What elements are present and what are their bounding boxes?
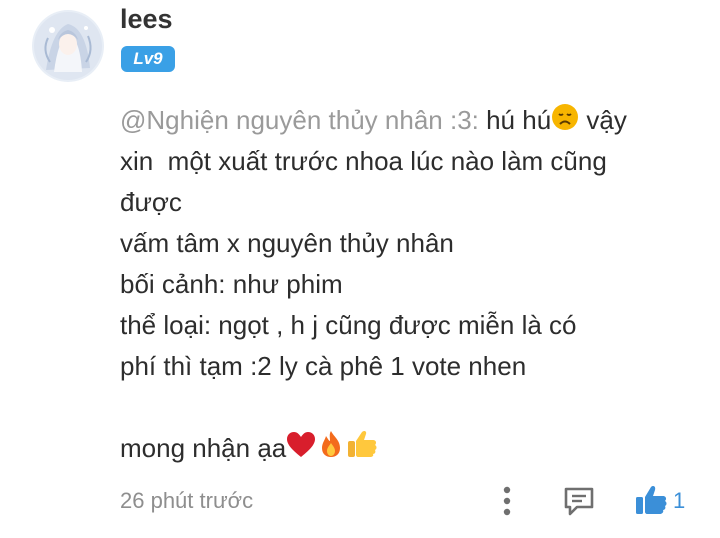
more-vertical-icon	[503, 486, 511, 516]
reply-button[interactable]	[562, 485, 596, 517]
comment-text: vậy	[579, 105, 627, 135]
more-options-button[interactable]	[496, 484, 518, 518]
avatar-image	[32, 10, 104, 82]
thumbs-up-icon	[346, 428, 378, 472]
like-button[interactable]	[634, 483, 668, 517]
level-badge: Lv9	[121, 46, 175, 72]
comment-line-3: được	[120, 187, 182, 217]
comment-line-6: thể loại: ngọt , h j cũng được miễn là c…	[120, 310, 577, 340]
comment-line-2: xin một xuất trước nhoa lúc nào làm cũng	[120, 146, 607, 176]
comment-line-5: bối cảnh: như phim	[120, 269, 343, 299]
avatar[interactable]	[32, 10, 104, 82]
like-count: 1	[673, 488, 686, 513]
comment-line-4: vấm tâm x nguyên thủy nhân	[120, 228, 454, 258]
comment-icon	[564, 487, 594, 516]
comment-line-7: phí thì tạm :2 ly cà phê 1 vote nhen	[120, 351, 527, 381]
mention-link[interactable]: @Nghiện nguyên thủy nhân :3:	[120, 105, 479, 135]
red-heart-icon	[286, 430, 316, 471]
comment-line-blank	[120, 387, 690, 428]
comment-line-9: mong nhận ạa	[120, 428, 690, 469]
disappointed-face-icon	[551, 102, 579, 143]
comment-text: hú hú	[478, 105, 552, 135]
comment-text: mong nhận ạa	[120, 433, 287, 463]
comment-line-1: @Nghiện nguyên thủy nhân :3: hú hú vậy	[120, 100, 690, 141]
fire-icon	[316, 429, 346, 471]
comment-body: @Nghiện nguyên thủy nhân :3: hú hú vậy x…	[120, 100, 690, 469]
username[interactable]: lees	[120, 4, 173, 35]
timestamp: 26 phút trước	[120, 488, 254, 513]
thumbs-up-like-icon	[636, 486, 667, 514]
